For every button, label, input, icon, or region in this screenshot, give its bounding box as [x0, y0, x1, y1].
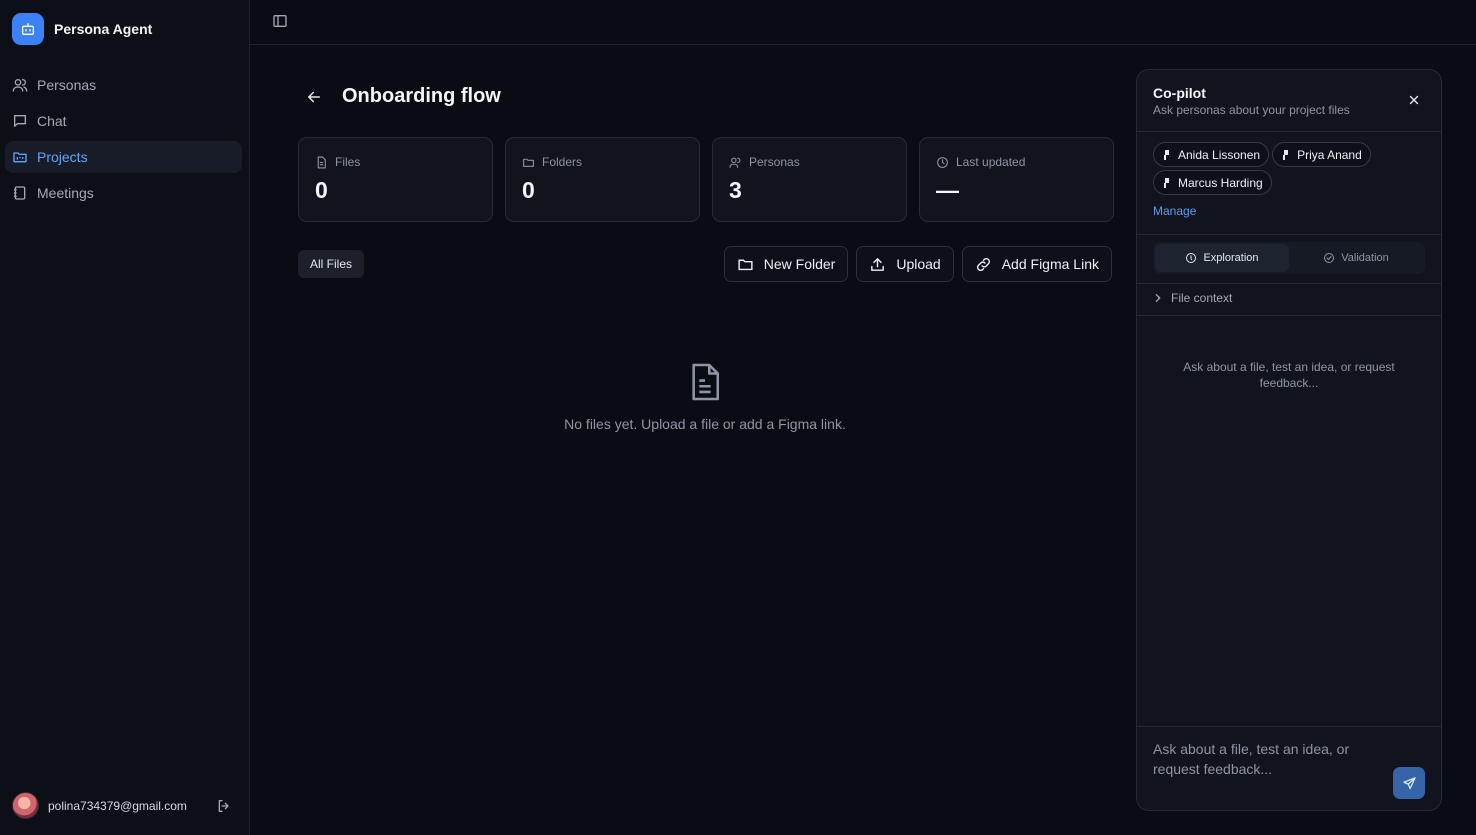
- upload-icon: [871, 257, 885, 271]
- persona-chip[interactable]: Anida Lissonen: [1153, 142, 1270, 167]
- stat-value: 0: [522, 177, 535, 203]
- persona-avatar-icon: [1283, 149, 1289, 160]
- add-figma-link-button[interactable]: Add Figma Link: [961, 246, 1112, 282]
- sidebar-item-label: Projects: [37, 149, 88, 165]
- divider: [1137, 283, 1441, 284]
- copilot-empty-prompt: Ask about a file, test an idea, or reque…: [1183, 360, 1395, 390]
- mode-tabs: Exploration Validation: [1153, 242, 1425, 274]
- app-name: Persona Agent: [54, 21, 153, 37]
- chat-icon: [14, 115, 26, 127]
- tab-exploration[interactable]: Exploration: [1155, 244, 1289, 272]
- folder-kanban-icon: [13, 152, 27, 163]
- stats-row: Files 0 Folders 0 Personas 3 Last update…: [298, 137, 1114, 222]
- sidebar-item-projects[interactable]: Projects: [5, 141, 242, 173]
- stat-card-files: Files 0: [298, 137, 493, 222]
- copilot-message-input[interactable]: Ask about a file, test an idea, or reque…: [1153, 739, 1383, 779]
- stat-value: 0: [315, 177, 328, 203]
- bot-icon: [12, 13, 44, 45]
- avatar[interactable]: [12, 792, 39, 819]
- persona-chip[interactable]: Marcus Harding: [1153, 170, 1272, 195]
- file-context-toggle[interactable]: File context: [1153, 291, 1232, 305]
- sidebar-item-label: Personas: [37, 77, 97, 93]
- chevron-right-icon: [1155, 294, 1161, 302]
- send-button[interactable]: [1393, 767, 1425, 799]
- sidebar-toggle-icon[interactable]: [272, 13, 288, 29]
- stat-card-last-updated: Last updated —: [919, 137, 1114, 222]
- file-context-label: File context: [1171, 291, 1233, 305]
- sidebar-item-label: Chat: [37, 113, 67, 129]
- stat-label: Files: [335, 155, 361, 169]
- close-icon[interactable]: [1407, 93, 1421, 107]
- compass-icon: [1186, 253, 1197, 263]
- persona-name: Anida Lissonen: [1178, 147, 1261, 162]
- persona-chips: Anida Lissonen Priya Anand Marcus Hardin…: [1153, 142, 1429, 195]
- persona-chip[interactable]: Priya Anand: [1272, 142, 1371, 167]
- brand[interactable]: Persona Agent: [12, 13, 152, 45]
- file-icon: [317, 156, 326, 168]
- divider: [1137, 726, 1441, 727]
- copilot-title: Co-pilot: [1153, 85, 1206, 101]
- sidebar-nav: Personas Chat Projects Meetings: [5, 69, 242, 213]
- button-label: Add Figma Link: [1001, 256, 1099, 272]
- top-bar: [250, 0, 1476, 45]
- persona-name: Priya Anand: [1297, 147, 1362, 162]
- empty-message: No files yet. Upload a file or add a Fig…: [564, 416, 846, 432]
- notebook-icon: [14, 186, 26, 200]
- stat-card-personas: Personas 3: [712, 137, 907, 222]
- stat-card-folders: Folders 0: [505, 137, 700, 222]
- link-icon: [976, 257, 990, 271]
- button-label: Upload: [896, 256, 941, 272]
- clock-icon: [937, 156, 948, 168]
- persona-avatar-icon: [1164, 177, 1169, 188]
- file-text-icon: [692, 363, 720, 401]
- tab-label: Exploration: [1203, 252, 1259, 264]
- stat-value: —: [936, 177, 959, 203]
- send-icon: [1402, 776, 1416, 789]
- copilot-panel: Co-pilot Ask personas about your project…: [1136, 69, 1442, 811]
- tab-validation[interactable]: Validation: [1289, 244, 1423, 272]
- persona-name: Marcus Harding: [1178, 175, 1263, 190]
- page-title: Onboarding flow: [342, 85, 501, 107]
- stat-label: Personas: [749, 155, 800, 169]
- tab-label: Validation: [1341, 252, 1389, 264]
- persona-avatar-icon: [1164, 149, 1169, 160]
- sidebar-item-chat[interactable]: Chat: [5, 105, 242, 137]
- check-circle-icon: [1324, 253, 1335, 263]
- stat-label: Last updated: [956, 155, 1026, 169]
- button-label: New Folder: [763, 256, 836, 272]
- users-icon: [729, 157, 741, 168]
- user-profile: polina734379@gmail.com: [12, 792, 232, 819]
- back-arrow-icon[interactable]: [305, 88, 323, 106]
- sidebar-item-label: Meetings: [37, 185, 94, 201]
- empty-state: No files yet. Upload a file or add a Fig…: [555, 362, 855, 432]
- divider: [1137, 234, 1441, 235]
- stat-value: 3: [729, 177, 742, 203]
- copilot-subtitle: Ask personas about your project files: [1153, 103, 1350, 117]
- divider: [1137, 315, 1441, 316]
- sidebar-item-meetings[interactable]: Meetings: [5, 177, 242, 209]
- users-icon: [12, 79, 28, 92]
- logout-icon[interactable]: [216, 798, 232, 814]
- stat-label: Folders: [542, 155, 583, 169]
- new-folder-button[interactable]: New Folder: [723, 246, 849, 282]
- divider: [1137, 131, 1441, 132]
- sidebar-item-personas[interactable]: Personas: [5, 69, 242, 101]
- upload-button[interactable]: Upload: [856, 246, 954, 282]
- folder-icon: [523, 158, 534, 167]
- user-email: polina734379@gmail.com: [48, 798, 187, 813]
- file-actions: New Folder Upload Add Figma Link: [723, 246, 1112, 282]
- sidebar: Persona Agent Personas Chat Projects Mee…: [0, 0, 250, 835]
- folder-icon: [738, 259, 753, 270]
- tab-all-files[interactable]: All Files: [298, 250, 365, 278]
- manage-link[interactable]: Manage: [1153, 204, 1196, 218]
